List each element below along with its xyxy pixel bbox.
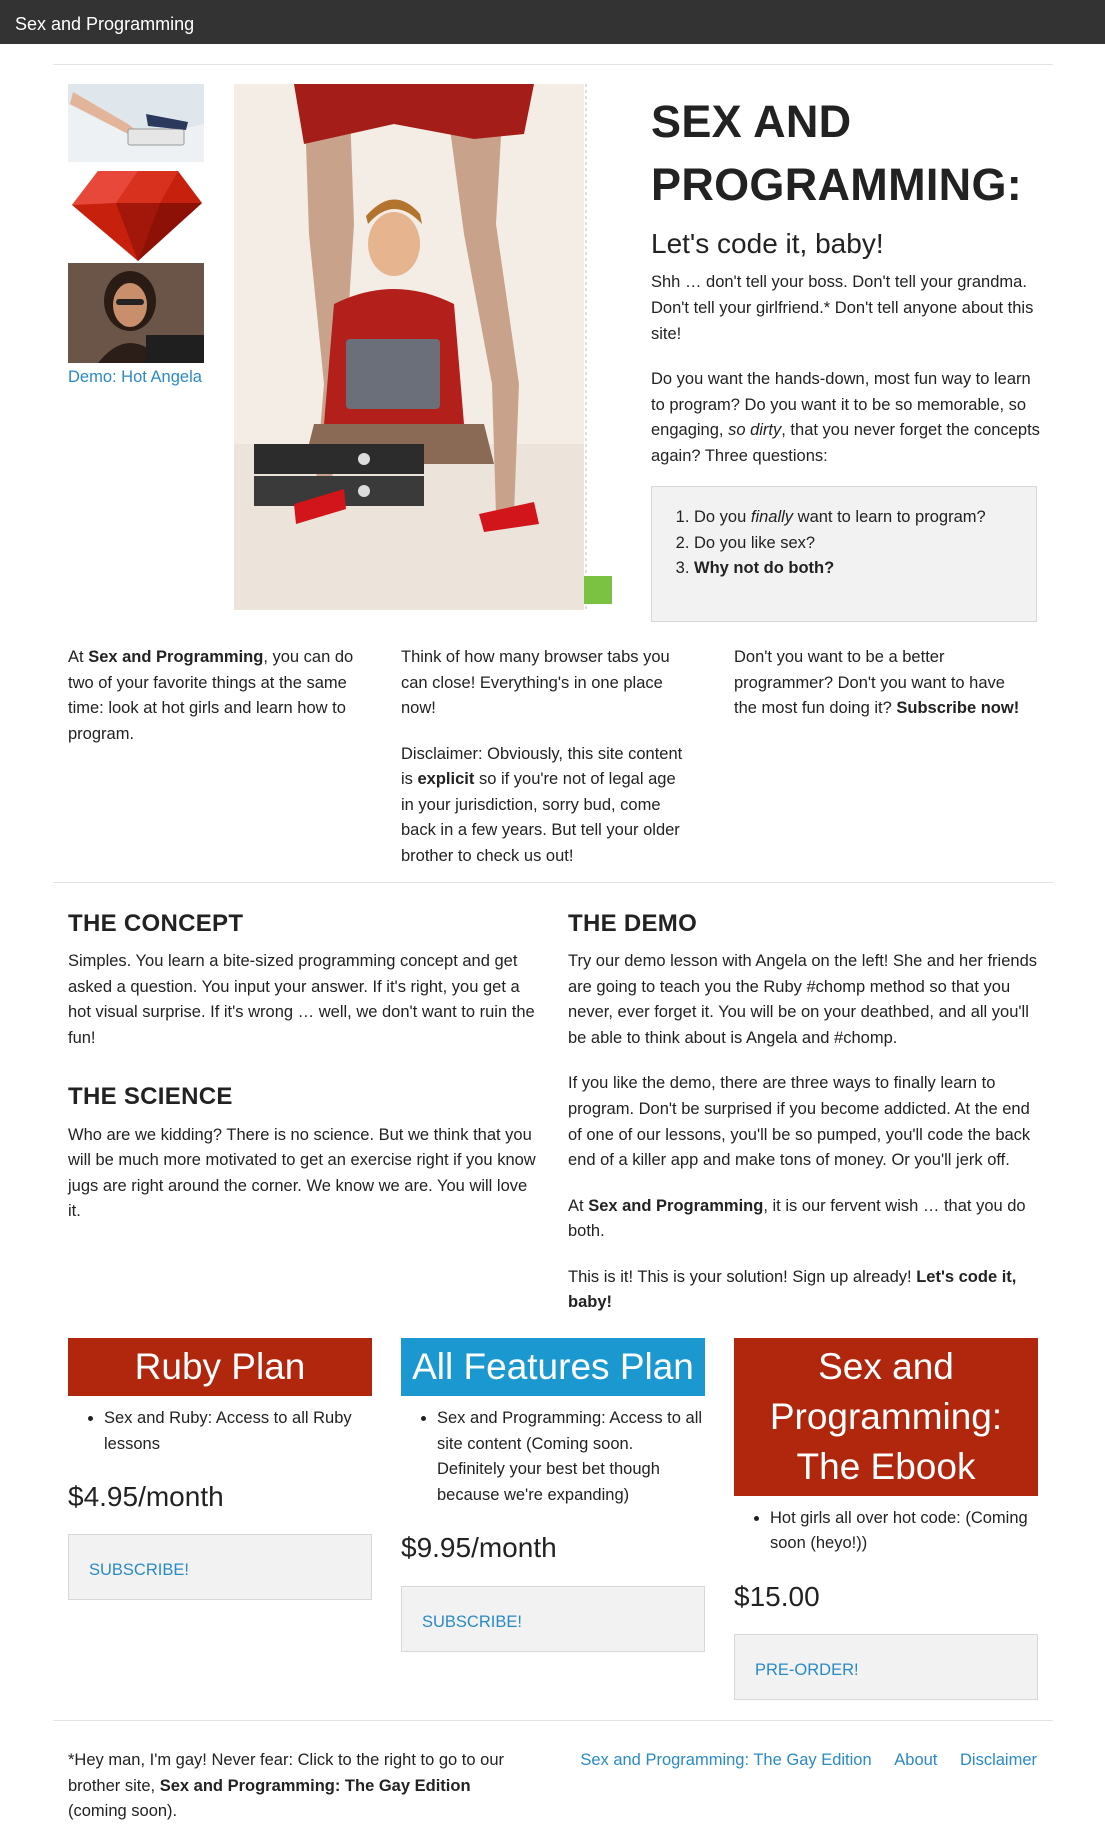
plan-feature: Sex and Programming: Access to all site … xyxy=(437,1406,705,1508)
footer-link-disclaimer[interactable]: Disclaimer xyxy=(960,1751,1037,1769)
demo-heading: THE DEMO xyxy=(568,910,698,937)
demo-paragraph-3: At Sex and Programming, it is our ferven… xyxy=(568,1196,1026,1241)
concept-heading: THE CONCEPT xyxy=(68,910,244,937)
footer-note: *Hey man, I'm gay! Never fear: Click to … xyxy=(68,1751,505,1821)
science-heading: THE SCIENCE xyxy=(68,1083,233,1111)
plan-ebook: Sex and Programming: The Ebook Hot girls… xyxy=(734,1338,1038,1701)
intro-column-3: Don't you want to be a better programmer… xyxy=(734,648,1020,718)
intro-column-2: Think of how many browser tabs you can c… xyxy=(401,648,683,865)
divider xyxy=(53,1720,1053,1721)
hero-text: SEX AND PROGRAMMING: Let's code it, baby… xyxy=(651,90,1041,489)
hero-image xyxy=(234,84,619,610)
footer-link-about[interactable]: About xyxy=(894,1751,937,1769)
plan-feature: Hot girls all over hot code: (Coming soo… xyxy=(770,1506,1038,1557)
question-3: Why not do both? xyxy=(694,556,1036,582)
plan-price: $15.00 xyxy=(734,1580,820,1612)
pre-order-button[interactable]: PRE-ORDER! xyxy=(734,1634,1038,1701)
footer-link-gay-edition[interactable]: Sex and Programming: The Gay Edition xyxy=(580,1751,871,1769)
divider xyxy=(53,882,1053,883)
question-1: Do you finally want to learn to program? xyxy=(694,505,1036,531)
hero-subtitle: Let's code it, baby! xyxy=(651,228,884,259)
question-2: Do you like sex? xyxy=(694,531,1036,557)
demo-angela-link[interactable]: Demo: Hot Angela xyxy=(68,365,202,391)
science-text: Who are we kidding? There is no science.… xyxy=(68,1125,536,1221)
thumbnail-ruby-gem[interactable] xyxy=(68,163,204,263)
plan-title: Sex and Programming: The Ebook xyxy=(734,1338,1038,1496)
three-questions-panel: Do you finally want to learn to program?… xyxy=(651,486,1037,622)
demo-paragraph-4: This is it! This is your solution! Sign … xyxy=(568,1267,1017,1312)
demo-paragraph-1: Try our demo lesson with Angela on the l… xyxy=(568,952,1037,1047)
plan-feature: Sex and Ruby: Access to all Ruby lessons xyxy=(104,1406,372,1457)
plan-price: $4.95/month xyxy=(68,1481,224,1513)
plan-title: All Features Plan xyxy=(401,1338,705,1396)
footer-links: Sex and Programming: The Gay Edition Abo… xyxy=(562,1748,1037,1774)
demo-paragraph-2: If you like the demo, there are three wa… xyxy=(568,1074,1031,1170)
plan-price: $9.95/month xyxy=(401,1532,557,1564)
plan-ruby: Ruby Plan Sex and Ruby: Access to all Ru… xyxy=(68,1338,372,1601)
plan-all-features: All Features Plan Sex and Programming: A… xyxy=(401,1338,705,1652)
concept-text: Simples. You learn a bite-sized programm… xyxy=(68,952,535,1047)
divider xyxy=(53,64,1053,65)
plan-title: Ruby Plan xyxy=(68,1338,372,1396)
hero-paragraph-1: Shh … don't tell your boss. Don't tell y… xyxy=(651,273,1034,343)
intro-column-1: At Sex and Programming, you can do two o… xyxy=(68,648,354,743)
top-navbar: Sex and Programming xyxy=(0,0,1105,44)
subscribe-button[interactable]: SUBSCRIBE! xyxy=(401,1585,705,1652)
thumbnail-legs-keyboard[interactable] xyxy=(68,84,204,162)
hero-paragraph-2: Do you want the hands-down, most fun way… xyxy=(651,370,1040,465)
demo-section: THE DEMO Try our demo lesson with Angela… xyxy=(568,908,1038,1336)
brand-link[interactable]: Sex and Programming xyxy=(15,11,194,39)
page-title: SEX AND PROGRAMMING: xyxy=(651,96,1023,210)
subscribe-button[interactable]: SUBSCRIBE! xyxy=(68,1534,372,1601)
thumbnail-angela[interactable] xyxy=(68,263,204,363)
concept-section: THE CONCEPT Simples. You learn a bite-si… xyxy=(68,908,538,1245)
